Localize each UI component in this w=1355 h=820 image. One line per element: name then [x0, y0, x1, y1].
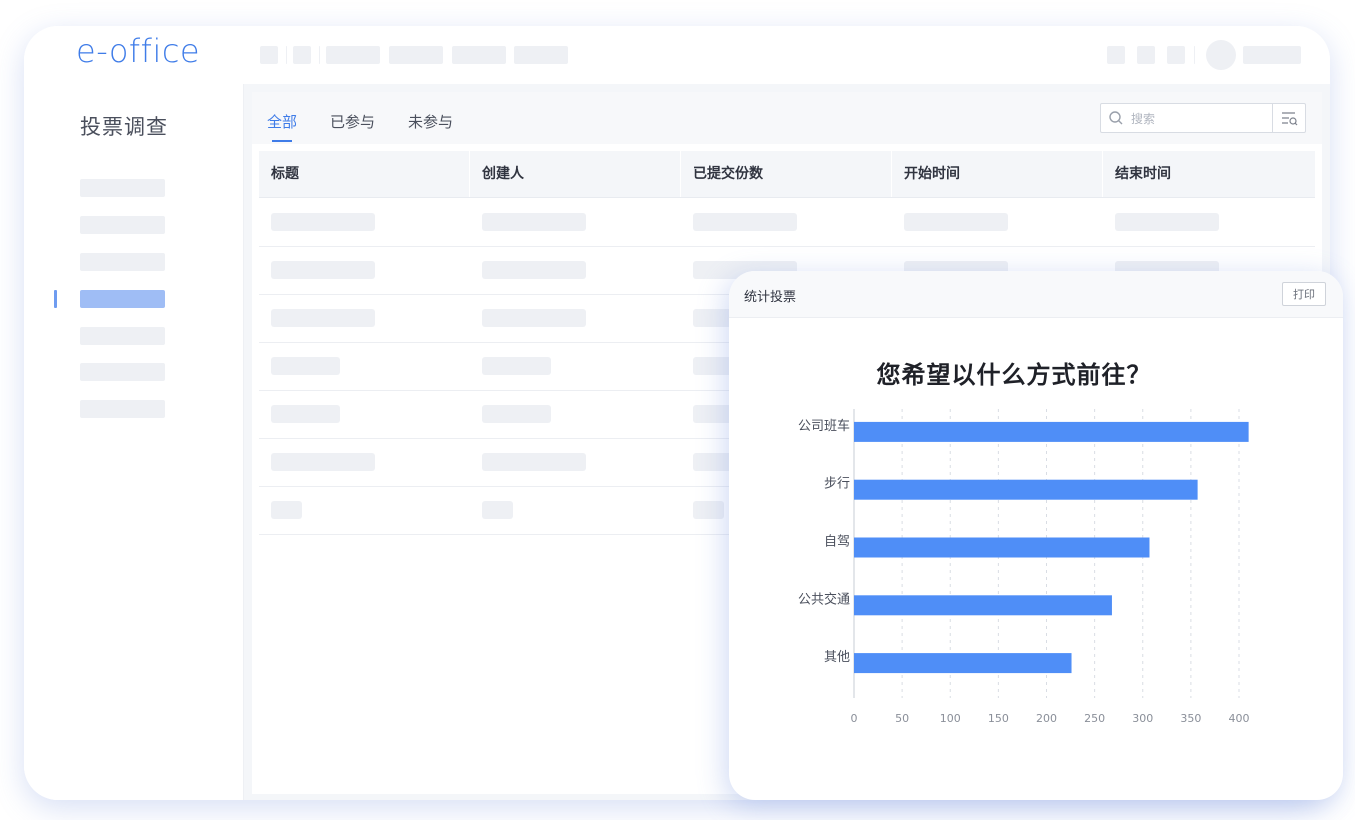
user-name[interactable]: [1243, 46, 1301, 64]
stage: e-office 投票调查 全部 已参与 未参与 搜索 标题 创建人 已提交份数…: [0, 0, 1355, 820]
top-nav-item-4[interactable]: [514, 46, 568, 64]
table-header: 标题 创建人 已提交份数 开始时间 结束时间: [259, 151, 1315, 198]
toolbar-divider: [319, 46, 320, 64]
table-cell-placeholder: [482, 501, 513, 519]
x-tick-label: 350: [1180, 712, 1201, 725]
app-logo: e-office: [76, 32, 201, 70]
table-cell-placeholder: [271, 213, 375, 231]
bar[interactable]: [854, 421, 1249, 442]
tab-bar: 全部 已参与 未参与: [252, 92, 1322, 144]
x-tick-label: 250: [1084, 712, 1105, 725]
sidebar-item[interactable]: [80, 363, 165, 381]
sidebar-item[interactable]: [80, 253, 165, 271]
header-divider: [1194, 46, 1195, 64]
table-cell-placeholder: [271, 309, 375, 327]
category-label: 公共交通: [798, 591, 850, 607]
x-tick-label: 0: [851, 712, 858, 725]
column-header-title[interactable]: 标题: [259, 151, 470, 197]
x-tick-label: 400: [1229, 712, 1250, 725]
bar[interactable]: [854, 595, 1112, 616]
table-cell-placeholder: [271, 357, 340, 375]
tab-joined[interactable]: 已参与: [330, 111, 375, 132]
table-cell-placeholder: [271, 453, 375, 471]
avatar[interactable]: [1206, 40, 1236, 70]
filter-icon: [1282, 112, 1298, 126]
column-header-start[interactable]: 开始时间: [892, 151, 1103, 197]
tab-all[interactable]: 全部: [267, 111, 297, 132]
table-cell-placeholder: [904, 213, 1008, 231]
table-cell-placeholder: [1115, 213, 1219, 231]
table-cell-placeholder: [482, 357, 551, 375]
bar[interactable]: [854, 653, 1072, 674]
sidebar-item[interactable]: [80, 179, 165, 197]
active-indicator: [54, 290, 57, 308]
table-cell-placeholder: [271, 405, 340, 423]
bar[interactable]: [854, 537, 1150, 558]
table-cell-placeholder: [693, 213, 797, 231]
sidebar: 投票调查: [24, 84, 244, 800]
tab-not-joined[interactable]: 未参与: [408, 111, 453, 132]
top-nav-item-2[interactable]: [389, 46, 443, 64]
bar-chart: 公司班车步行自驾公共交通其他 0 50 100 150 200 250 300 350 400: [798, 409, 1250, 725]
x-tick-label: 300: [1132, 712, 1153, 725]
x-tick-label: 150: [988, 712, 1009, 725]
top-nav-item-1[interactable]: [326, 46, 380, 64]
filter-button[interactable]: [1272, 104, 1305, 132]
toolbar-divider: [286, 46, 287, 64]
stats-panel: 统计投票 打印 您希望以什么方式前往？ 公司班车 步行 自驾 公共交通 其他 0 50 100…: [729, 271, 1343, 800]
table-cell-placeholder: [482, 213, 586, 231]
toolbar-icon-2[interactable]: [293, 46, 311, 64]
column-header-creator[interactable]: 创建人: [470, 151, 681, 197]
sidebar-item[interactable]: [80, 216, 165, 234]
header-icon-2[interactable]: [1137, 46, 1155, 64]
toolbar-icon-1[interactable]: [260, 46, 278, 64]
search-icon: [1109, 111, 1123, 125]
active-tab-underline: [272, 140, 292, 142]
category-label: 自驾: [824, 535, 850, 550]
table-cell-placeholder: [482, 309, 586, 327]
search-input[interactable]: [1129, 108, 1273, 130]
x-tick-label: 100: [940, 712, 961, 725]
category-label: 步行: [824, 477, 850, 492]
table-cell-placeholder: [482, 405, 551, 423]
sidebar-item-active[interactable]: [80, 290, 165, 308]
category-label: 公司班车: [798, 418, 850, 434]
top-nav-item-3[interactable]: [452, 46, 506, 64]
column-header-submitted[interactable]: 已提交份数: [681, 151, 892, 197]
column-header-end[interactable]: 结束时间: [1103, 151, 1315, 197]
header-icon-1[interactable]: [1107, 46, 1125, 64]
sidebar-title: 投票调查: [80, 115, 168, 139]
top-bar: e-office: [24, 26, 1330, 85]
table-cell-placeholder: [482, 261, 586, 279]
category-label: 其他: [824, 650, 850, 665]
x-tick-label: 50: [895, 712, 909, 725]
table-row[interactable]: [259, 198, 1315, 247]
header-icon-3[interactable]: [1167, 46, 1185, 64]
table-cell-placeholder: [482, 453, 586, 471]
table-cell-placeholder: [271, 261, 375, 279]
sidebar-item[interactable]: [80, 400, 165, 418]
search-box: [1100, 103, 1306, 133]
bar[interactable]: [854, 479, 1198, 500]
table-cell-placeholder: [693, 501, 724, 519]
x-tick-label: 200: [1036, 712, 1057, 725]
table-cell-placeholder: [271, 501, 302, 519]
sidebar-item[interactable]: [80, 327, 165, 345]
